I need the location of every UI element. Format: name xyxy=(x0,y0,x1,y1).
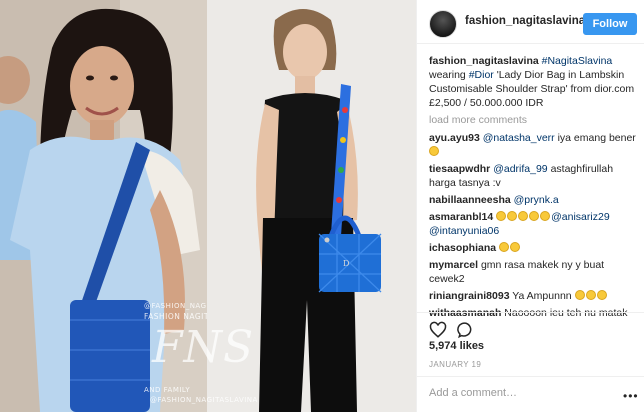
emoji-icon xyxy=(596,290,607,300)
comments-list: fashion_nagitaslavina #NagitaSlavina wea… xyxy=(429,54,641,323)
comment-mention[interactable]: @natasha_verr xyxy=(483,132,555,144)
caption-hashtag-nagita[interactable]: #NagitaSlavina xyxy=(542,55,613,67)
watermark-handle-bottom: @FASHION_NAGITASLAVINA xyxy=(150,396,258,404)
add-comment-bar: ••• xyxy=(417,376,644,412)
comment-text: Ya Ampunnn xyxy=(509,290,572,302)
comment-mention[interactable]: @adrifa_99 xyxy=(493,163,547,175)
comment-item: tiesaapwdhr @adrifa_99 astaghfirullah ha… xyxy=(429,162,641,190)
emoji-icon xyxy=(574,290,585,300)
emoji-icon xyxy=(518,211,529,221)
emoji-icon xyxy=(507,211,518,221)
post-sidebar: fashion_nagitaslavina Follow fashion_nag… xyxy=(416,0,644,412)
emoji-icon xyxy=(540,211,551,221)
avatar[interactable] xyxy=(429,10,457,38)
comment-username[interactable]: riniangraini8093 xyxy=(429,290,510,302)
emoji-icon xyxy=(510,242,521,252)
comment-mention-2[interactable]: @intanyunia06 xyxy=(429,225,499,237)
caption-hashtag-dior[interactable]: #Dior xyxy=(469,69,494,81)
watermark-family: AND FAMILY xyxy=(144,386,191,394)
likes-count[interactable]: 5,974 likes xyxy=(429,340,484,352)
post-header: fashion_nagitaslavina Follow xyxy=(417,0,644,44)
caption-text-1: wearing xyxy=(429,69,469,81)
post-username[interactable]: fashion_nagitaslavina xyxy=(465,15,585,27)
emoji-icon xyxy=(496,211,507,221)
caption-username[interactable]: fashion_nagitaslavina xyxy=(429,55,539,67)
watermark-title: FASHION NAGITA SLAVINA xyxy=(144,312,207,321)
load-more-comments-link[interactable]: load more comments xyxy=(429,113,641,127)
comment-username[interactable]: tiesaapwdhr xyxy=(429,163,490,175)
post-date[interactable]: JANUARY 19 xyxy=(429,360,481,369)
comment-item: nabillaanneesha @prynk.a xyxy=(429,193,641,207)
post-caption: fashion_nagitaslavina #NagitaSlavina wea… xyxy=(429,54,641,110)
comment-item: ichasophiana xyxy=(429,241,641,255)
post-photo[interactable]: @FASHION_NAGITASLAVINA FASHION NAGITA SL… xyxy=(0,0,416,412)
comment-mention[interactable]: @prynk.a xyxy=(514,194,559,206)
add-comment-input[interactable] xyxy=(429,387,609,399)
comment-username[interactable]: mymarcel xyxy=(429,259,478,271)
follow-button[interactable]: Follow xyxy=(583,13,637,35)
comment-username[interactable]: ayu.ayu93 xyxy=(429,132,480,144)
watermark-handle-top: @FASHION_NAGITASLAVINA xyxy=(144,302,207,310)
comment-username[interactable]: ichasophiana xyxy=(429,242,496,254)
comment-username[interactable]: nabillaanneesha xyxy=(429,194,511,206)
emoji-icon xyxy=(529,211,540,221)
emoji-icon xyxy=(499,242,510,252)
comment-mention[interactable]: @anisariz29 xyxy=(551,211,610,223)
emoji-icon xyxy=(585,290,596,300)
post-actions xyxy=(417,312,644,342)
emoji-icon xyxy=(429,146,439,156)
watermark-logo: FNS xyxy=(152,322,255,373)
comment-text: iya emang bener xyxy=(554,132,636,144)
comment-item: asmaranbl14 @anisariz29 @intanyunia06 xyxy=(429,210,641,238)
comment-item: mymarcel gmn rasa makek ny y buat cewek2 xyxy=(429,258,641,286)
svg-text:D: D xyxy=(343,259,349,268)
more-options-icon[interactable]: ••• xyxy=(623,389,639,403)
comment-item: ayu.ayu93 @natasha_verr iya emang bener xyxy=(429,131,641,159)
speech-bubble-icon[interactable] xyxy=(457,321,475,339)
comment-username[interactable]: asmaranbl14 xyxy=(429,211,493,223)
comment-item: riniangraini8093 Ya Ampunnn xyxy=(429,289,641,303)
heart-outline-icon[interactable] xyxy=(429,321,447,339)
